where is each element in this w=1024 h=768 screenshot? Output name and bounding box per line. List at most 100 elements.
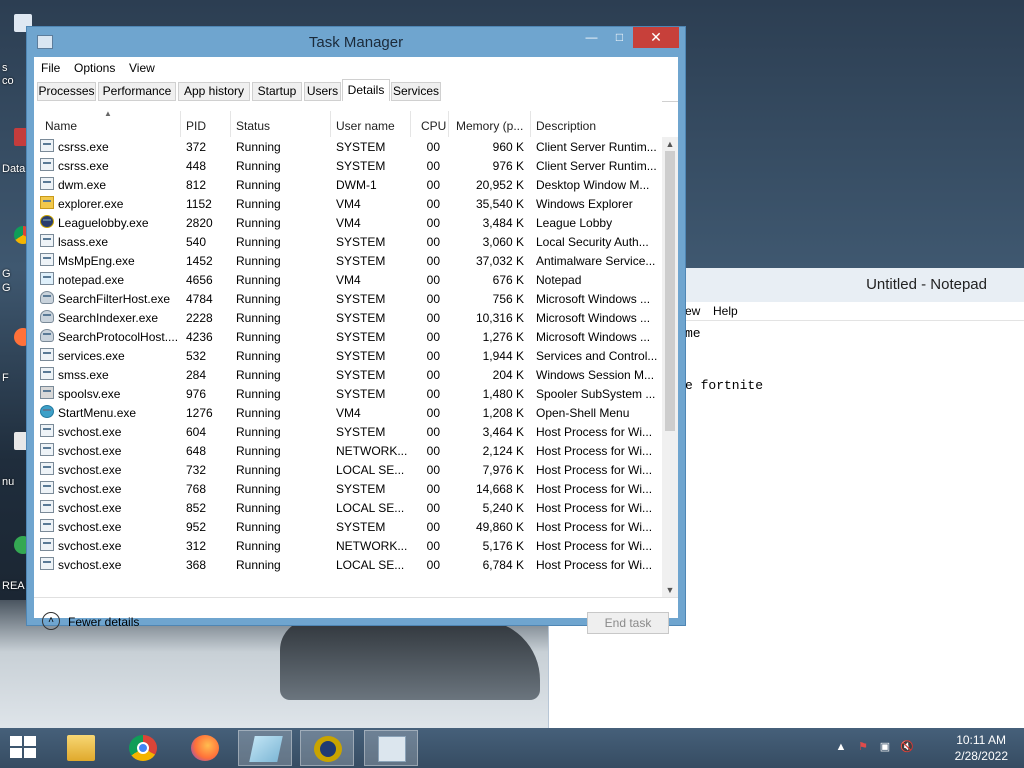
table-row[interactable]: notepad.exe 4656 Running VM4 00 676 K Notepad [34,270,662,289]
process-pid: 812 [186,178,207,192]
network-icon[interactable]: ▣ [878,741,892,754]
process-cpu: 00 [426,159,440,173]
minimize-button[interactable]: ― [578,27,605,48]
process-pid: 852 [186,501,207,515]
column-header-cpu[interactable]: CPU [421,119,446,133]
clock-date[interactable]: 2/28/2022 [955,749,1008,763]
show-hidden-icons-chevron-icon[interactable]: ▲ [834,741,848,754]
scroll-down-icon[interactable]: ▼ [662,583,678,597]
taskbar-chrome[interactable] [116,730,170,766]
table-row[interactable]: svchost.exe 312 Running NETWORK... 00 5,176 K… [34,536,662,555]
process-cpu: 00 [426,520,440,534]
process-user: SYSTEM [336,159,386,173]
process-memory: 20,952 K [475,178,524,192]
table-row[interactable]: services.exe 532 Running SYSTEM 00 1,944 K Ser… [34,346,662,365]
maximize-button[interactable]: □ [606,27,633,48]
table-row[interactable]: SearchIndexer.exe 2228 Running SYSTEM 00 10,3… [34,308,662,327]
process-generic-icon [40,500,54,513]
column-divider[interactable] [330,111,331,137]
process-name: explorer.exe [58,197,124,211]
taskbar-task-manager[interactable] [364,730,418,766]
column-header-description[interactable]: Description [536,119,596,133]
process-memory: 960 K [492,140,524,154]
table-row[interactable]: csrss.exe 448 Running SYSTEM 00 976 K Client S… [34,156,662,175]
column-header-memory[interactable]: Memory (p... [456,119,523,133]
menu-options[interactable]: Options [74,61,115,75]
table-row[interactable]: svchost.exe 768 Running SYSTEM 00 14,668 K Hos… [34,479,662,498]
process-cpu: 00 [426,425,440,439]
taskbar-notepad[interactable] [238,730,292,766]
column-divider[interactable] [180,111,181,137]
column-header-status[interactable]: Status [236,119,270,133]
table-row[interactable]: svchost.exe 368 Running LOCAL SE... 00 6,784 … [34,555,662,574]
column-divider[interactable] [530,111,531,137]
table-row[interactable]: Leaguelobby.exe 2820 Running VM4 00 3,484 K Le… [34,213,662,232]
process-description: Spooler SubSystem ... [536,387,656,401]
scroll-up-icon[interactable]: ▲ [662,137,678,151]
menu-file[interactable]: File [41,61,60,75]
tab-details[interactable]: Details [342,79,390,102]
process-user: SYSTEM [336,292,386,306]
notepad-menu-help[interactable]: Help [713,304,738,318]
process-name: SearchIndexer.exe [58,311,159,325]
tab-startup[interactable]: Startup [252,82,302,101]
table-row[interactable]: svchost.exe 852 Running LOCAL SE... 00 5,240 … [34,498,662,517]
taskbar-firefox[interactable] [178,730,232,766]
column-divider[interactable] [448,111,449,137]
table-row[interactable]: SearchProtocolHost.... 4236 Running SYSTEM 0… [34,327,662,346]
table-row[interactable]: svchost.exe 952 Running SYSTEM 00 49,860 K Hos… [34,517,662,536]
taskbar-file-explorer[interactable] [54,730,108,766]
process-status: Running [236,558,281,572]
process-note-icon [40,272,54,285]
end-task-button[interactable]: End task [587,612,669,634]
fewer-details-label: Fewer details [68,615,140,629]
process-memory: 1,276 K [482,330,524,344]
table-row[interactable]: spoolsv.exe 976 Running SYSTEM 00 1,480 K Spoo… [34,384,662,403]
process-user: SYSTEM [336,235,386,249]
process-pid: 284 [186,368,207,382]
column-header-name[interactable]: Name [45,119,77,133]
taskbar-league-of-legends[interactable] [300,730,354,766]
scrollbar-thumb[interactable] [665,151,675,431]
process-pid: 732 [186,463,207,477]
column-header-pid[interactable]: PID [186,119,206,133]
table-row[interactable]: csrss.exe 372 Running SYSTEM 00 960 K Client S… [34,137,662,156]
table-row[interactable]: smss.exe 284 Running SYSTEM 00 204 K Windows S… [34,365,662,384]
process-pid: 4784 [186,292,213,306]
process-folder-icon [40,196,54,209]
action-center-flag-icon[interactable]: ⚑ [856,741,870,754]
task-manager-titlebar[interactable]: Task Manager ― □ ✕ [27,27,685,57]
column-header-user-name[interactable]: User name [336,119,395,133]
start-button[interactable] [10,736,38,760]
table-row[interactable]: dwm.exe 812 Running DWM-1 00 20,952 K Desktop … [34,175,662,194]
tab-processes[interactable]: Processes [37,82,96,101]
table-row[interactable]: lsass.exe 540 Running SYSTEM 00 3,060 K Local … [34,232,662,251]
table-row[interactable]: MsMpEng.exe 1452 Running SYSTEM 00 37,032 K An… [34,251,662,270]
tab-users[interactable]: Users [304,82,341,101]
process-memory: 37,032 K [475,254,524,268]
table-row[interactable]: SearchFilterHost.exe 4784 Running SYSTEM 00 7… [34,289,662,308]
tab-performance[interactable]: Performance [98,82,176,101]
column-divider[interactable] [230,111,231,137]
column-divider[interactable] [410,111,411,137]
table-row[interactable]: svchost.exe 732 Running LOCAL SE... 00 7,976 … [34,460,662,479]
close-button[interactable]: ✕ [633,27,679,48]
volume-muted-icon[interactable]: 🔇 [900,741,914,754]
task-manager-window[interactable]: Task Manager ― □ ✕ File Options View Pro… [26,26,686,634]
process-generic-icon [40,538,54,551]
menu-view[interactable]: View [129,61,155,75]
table-row[interactable]: svchost.exe 604 Running SYSTEM 00 3,464 K Host… [34,422,662,441]
process-description: Host Process for Wi... [536,463,653,477]
table-row[interactable]: explorer.exe 1152 Running VM4 00 35,540 K Wind… [34,194,662,213]
table-row[interactable]: svchost.exe 648 Running NETWORK... 00 2,124 K… [34,441,662,460]
process-description: Antimalware Service... [536,254,656,268]
sort-ascending-icon: ▲ [104,109,112,118]
vertical-scrollbar[interactable]: ▲ ▼ [662,137,678,597]
clock-time[interactable]: 10:11 AM [956,733,1006,747]
tab-services[interactable]: Services [391,82,441,101]
notepad-menu-view[interactable]: ew [685,304,700,318]
tab-app-history[interactable]: App history [178,82,250,101]
table-row[interactable]: StartMenu.exe 1276 Running VM4 00 1,208 K Open… [34,403,662,422]
process-cpu: 00 [426,444,440,458]
table-header: ▲ Name PID Status User name CPU Memory (… [34,101,662,137]
